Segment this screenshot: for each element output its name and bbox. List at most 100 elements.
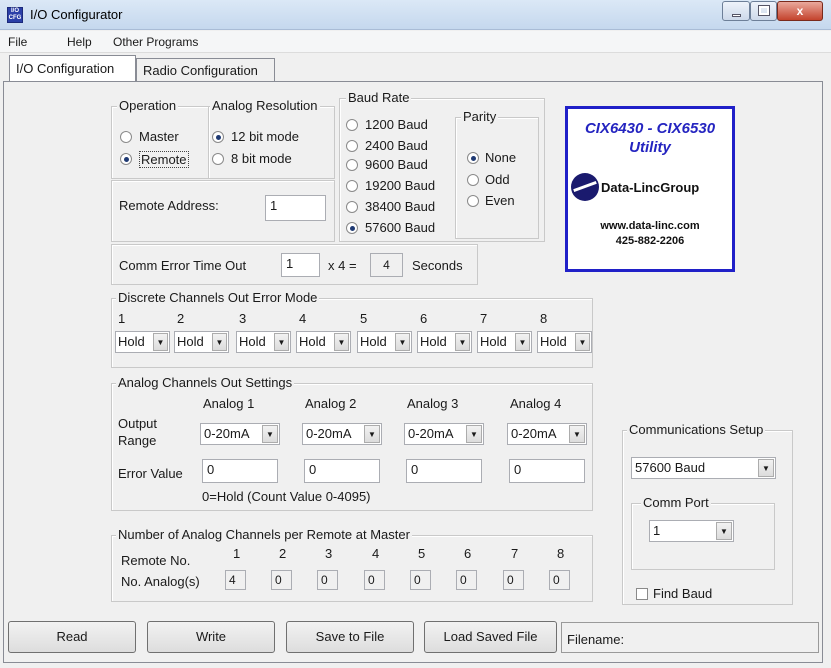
find-baud-label: Find Baud: [653, 586, 713, 601]
parity-radio-2[interactable]: [467, 195, 479, 207]
chevron-down-icon: ▼: [274, 333, 289, 351]
chevron-down-icon: ▼: [212, 333, 227, 351]
parity-radio-1[interactable]: [467, 174, 479, 186]
chevron-down-icon: ▼: [153, 333, 168, 351]
remote-number: 7: [511, 546, 519, 561]
save-to-file-button[interactable]: Save to File: [286, 621, 414, 653]
chevron-down-icon: ▼: [262, 425, 278, 443]
discrete-channel-number: 7: [480, 311, 488, 326]
chevron-down-icon: ▼: [758, 459, 774, 477]
num-analog-label: Number of Analog Channels per Remote at …: [116, 527, 412, 542]
tab-io-configuration[interactable]: I/O Configuration: [9, 55, 136, 81]
baud-rate-label: Baud Rate: [346, 90, 412, 105]
baud-option-label: 9600 Baud: [365, 157, 428, 172]
baud-radio-1[interactable]: [346, 140, 358, 152]
discrete-mode-select[interactable]: Hold ▼: [357, 331, 412, 353]
comm-port-select[interactable]: 1 ▼: [649, 520, 734, 542]
write-button[interactable]: Write: [147, 621, 275, 653]
logo-company: Data-LincGroup: [601, 180, 700, 195]
title-bar: [0, 0, 831, 30]
chevron-down-icon: ▼: [515, 333, 530, 351]
discrete-mode-value: Hold: [299, 334, 326, 349]
discrete-mode-select[interactable]: Hold ▼: [417, 331, 472, 353]
comm-error-unit: Seconds: [412, 258, 463, 273]
error-value-input[interactable]: 0: [304, 459, 380, 483]
analog-count-field: 4: [225, 570, 246, 590]
parity-option-label: Even: [485, 193, 515, 208]
baud-radio-2[interactable]: [346, 159, 358, 171]
analog-count-field: 0: [503, 570, 524, 590]
parity-radio-0[interactable]: [467, 152, 479, 164]
discrete-mode-select[interactable]: Hold ▼: [477, 331, 532, 353]
output-range-select[interactable]: 0-20mA ▼: [404, 423, 484, 445]
minimize-button[interactable]: [722, 1, 750, 21]
output-range-select[interactable]: 0-20mA ▼: [302, 423, 382, 445]
discrete-mode-value: Hold: [360, 334, 387, 349]
discrete-mode-select[interactable]: Hold ▼: [537, 331, 592, 353]
discrete-mode-select[interactable]: Hold ▼: [236, 331, 291, 353]
discrete-mode-value: Hold: [239, 334, 266, 349]
find-baud-checkbox[interactable]: [636, 588, 648, 600]
master-label: Master: [139, 129, 179, 144]
analog-out-label: Analog Channels Out Settings: [116, 375, 295, 390]
remote-address-label: Remote Address:: [119, 198, 219, 213]
comm-setup-label: Communications Setup: [627, 422, 766, 437]
discrete-channel-number: 2: [177, 311, 185, 326]
comm-error-input[interactable]: 1: [281, 253, 320, 277]
error-value-input[interactable]: 0: [202, 459, 278, 483]
close-button[interactable]: x: [777, 1, 823, 21]
8bit-label: 8 bit mode: [231, 151, 292, 166]
output-range-select[interactable]: 0-20mA ▼: [200, 423, 280, 445]
baud-option-label: 57600 Baud: [365, 220, 436, 235]
comm-baud-select[interactable]: 57600 Baud ▼: [631, 457, 776, 479]
remote-no-label: Remote No.: [121, 553, 191, 568]
12bit-radio[interactable]: [212, 131, 224, 143]
discrete-channel-number: 8: [540, 311, 548, 326]
baud-radio-3[interactable]: [346, 180, 358, 192]
parity-option-label: Odd: [485, 172, 510, 187]
output-range-select[interactable]: 0-20mA ▼: [507, 423, 587, 445]
tab-radio-configuration[interactable]: Radio Configuration: [136, 58, 275, 82]
output-range-value: 0-20mA: [408, 426, 454, 441]
8bit-radio[interactable]: [212, 153, 224, 165]
output-range-value: 0-20mA: [306, 426, 352, 441]
remote-radio[interactable]: [120, 153, 132, 165]
output-range-label-1: Output: [118, 416, 158, 431]
baud-radio-5[interactable]: [346, 222, 358, 234]
maximize-button[interactable]: [750, 1, 777, 21]
analog-note: 0=Hold (Count Value 0-4095): [202, 489, 371, 504]
app-icon: I/O CFG: [7, 7, 23, 23]
menu-other-programs[interactable]: Other Programs: [113, 35, 198, 49]
discrete-mode-value: Hold: [480, 334, 507, 349]
error-value-input[interactable]: 0: [509, 459, 585, 483]
logo-utility: Utility: [629, 139, 671, 156]
error-value-input[interactable]: 0: [406, 459, 482, 483]
master-radio[interactable]: [120, 131, 132, 143]
read-button[interactable]: Read: [8, 621, 136, 653]
remote-number: 8: [557, 546, 565, 561]
discrete-mode-select[interactable]: Hold ▼: [174, 331, 229, 353]
remote-address-input[interactable]: 1: [265, 195, 326, 221]
menu-help[interactable]: Help: [67, 35, 92, 49]
chevron-down-icon: ▼: [395, 333, 410, 351]
comm-error-label: Comm Error Time Out: [119, 258, 247, 273]
discrete-mode-select[interactable]: Hold ▼: [115, 331, 170, 353]
baud-radio-0[interactable]: [346, 119, 358, 131]
discrete-mode-select[interactable]: Hold ▼: [296, 331, 351, 353]
output-range-value: 0-20mA: [511, 426, 557, 441]
analog-count-field: 0: [317, 570, 338, 590]
baud-radio-4[interactable]: [346, 201, 358, 213]
discrete-channel-number: 3: [239, 311, 247, 326]
analog-count-field: 0: [271, 570, 292, 590]
chevron-down-icon: ▼: [364, 425, 380, 443]
chevron-down-icon: ▼: [455, 333, 470, 351]
baud-option-label: 19200 Baud: [365, 178, 436, 193]
baud-option-label: 2400 Baud: [365, 138, 428, 153]
output-range-label-2: Range: [118, 433, 157, 448]
remote-number: 4: [372, 546, 380, 561]
baud-option-label: 38400 Baud: [365, 199, 436, 214]
filename-field: Filename:: [561, 622, 819, 653]
menu-file[interactable]: File: [8, 35, 27, 49]
discrete-channel-number: 6: [420, 311, 428, 326]
load-saved-file-button[interactable]: Load Saved File: [424, 621, 557, 653]
